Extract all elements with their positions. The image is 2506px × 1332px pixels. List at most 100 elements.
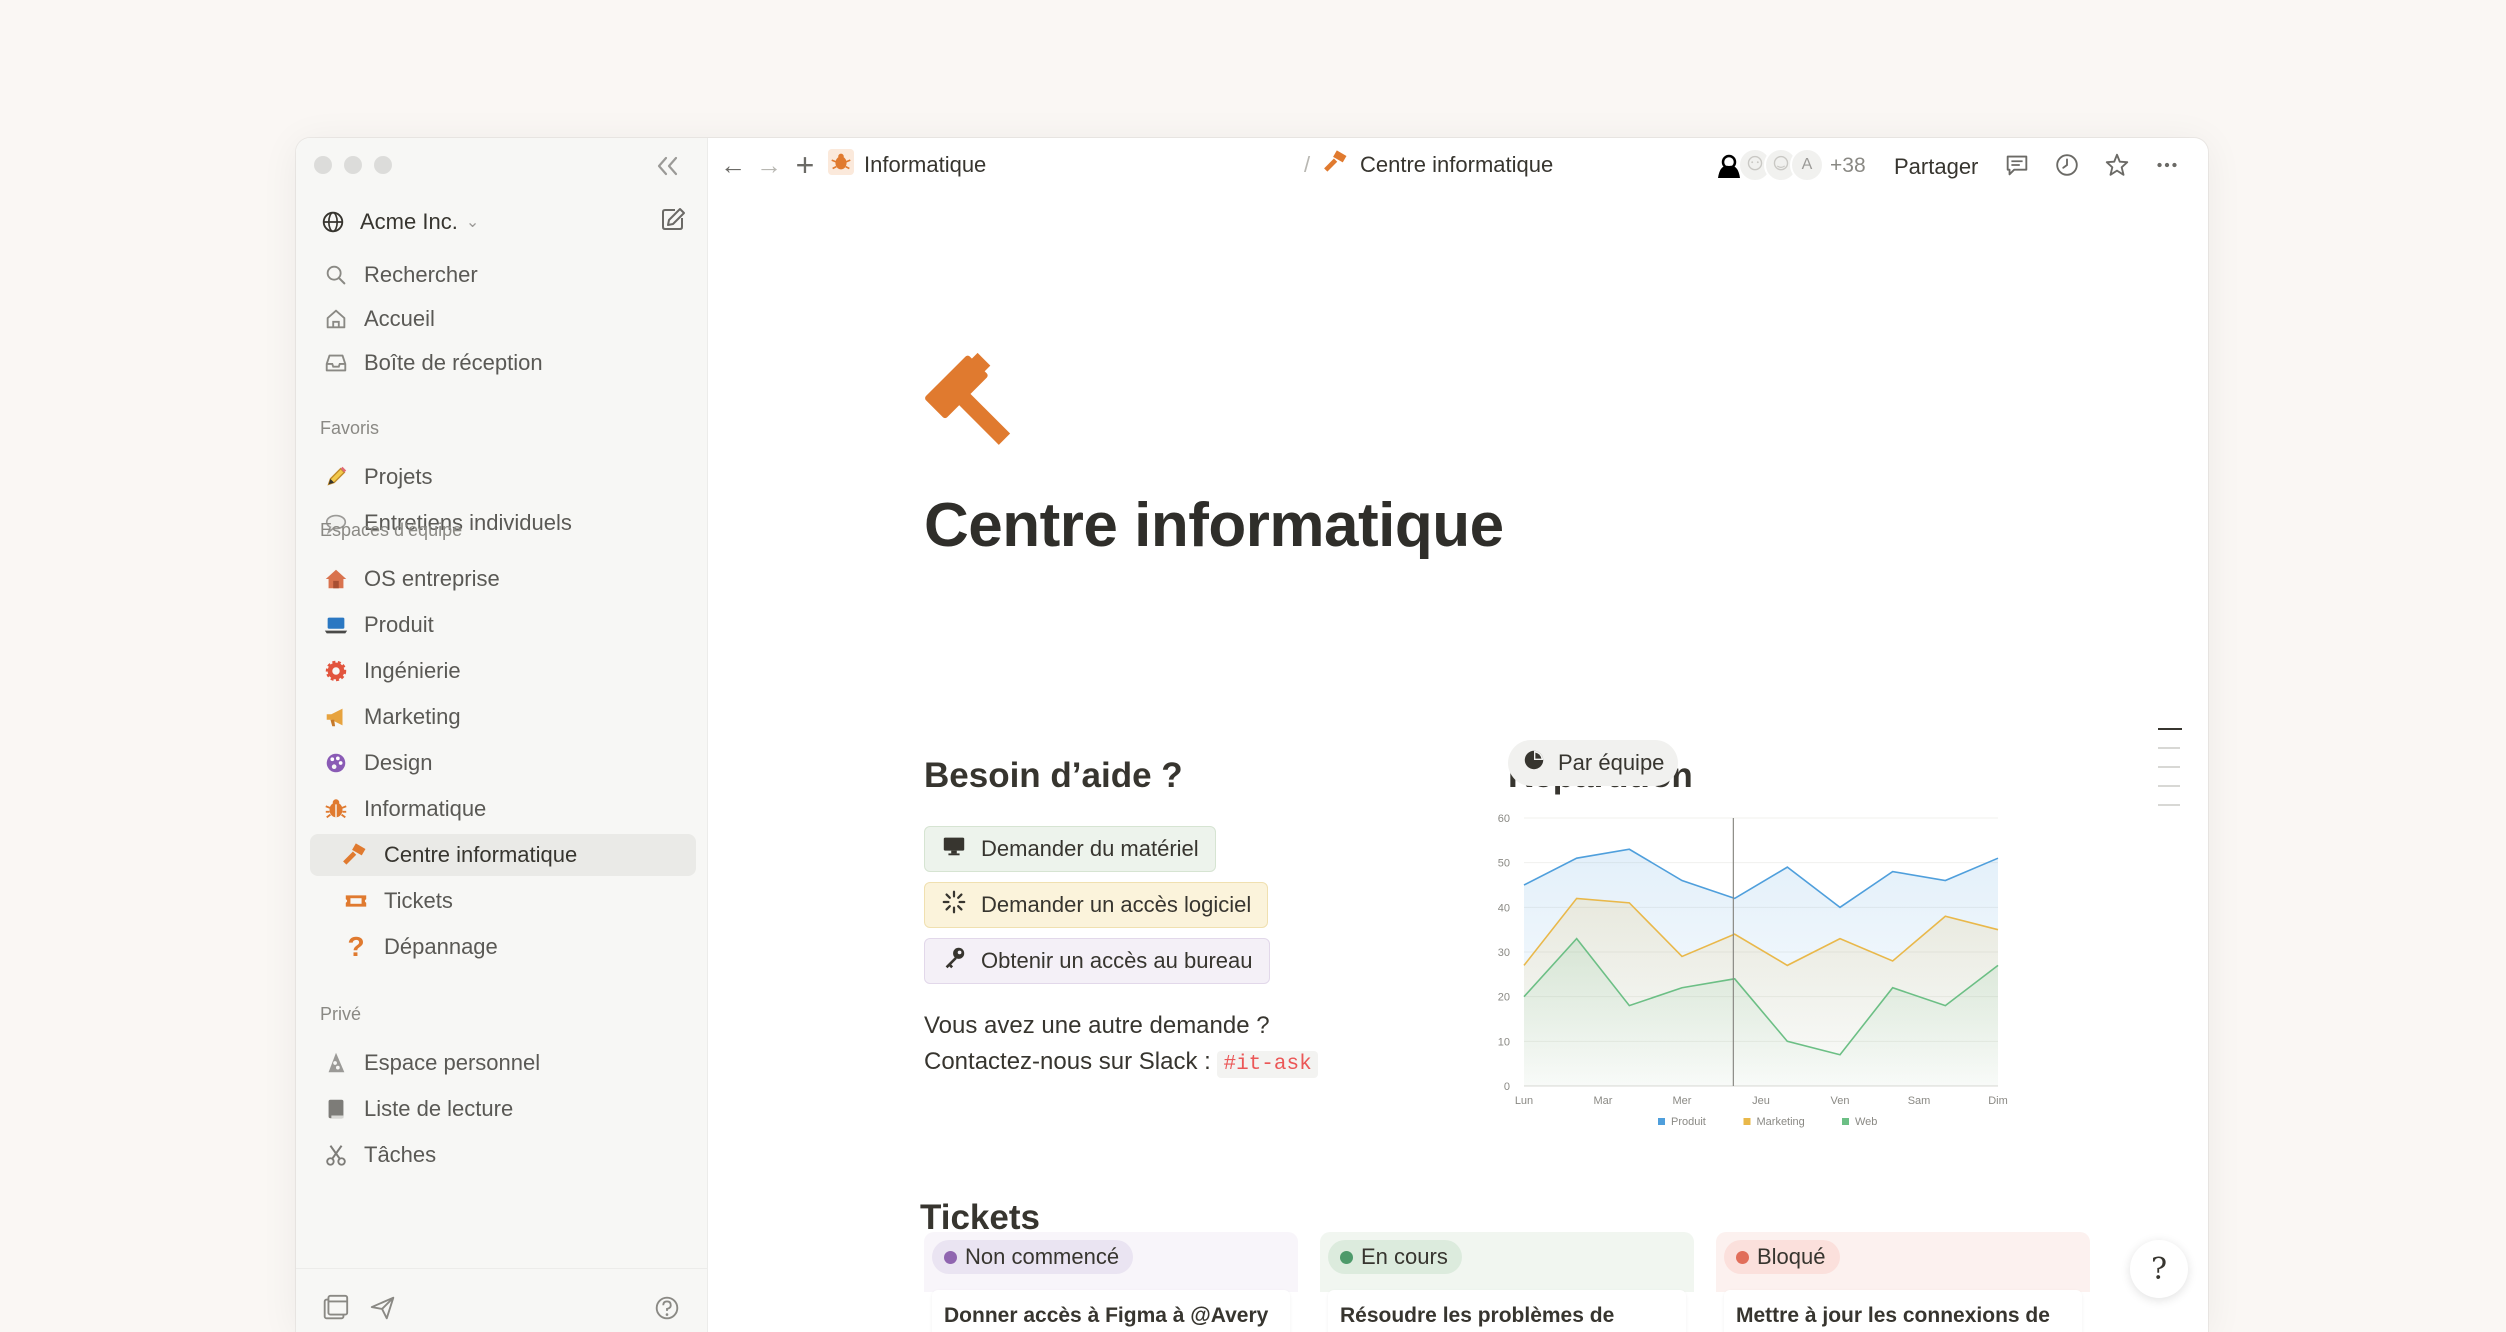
- board-column-in-progress: En cours Résoudre les problèmes de: [1320, 1232, 1694, 1332]
- group-by-team-filter[interactable]: Par équipe: [1508, 740, 1679, 786]
- laptop-icon: [322, 611, 350, 639]
- nav-label: Rechercher: [364, 262, 478, 287]
- status-badge[interactable]: En cours: [1328, 1240, 1462, 1274]
- sidebar-item-informatique[interactable]: Informatique: [310, 788, 696, 830]
- sidebar-item-produit[interactable]: Produit: [310, 604, 696, 646]
- sidebar-item-depannage[interactable]: ? Dépannage: [310, 926, 696, 968]
- x-tick-label: Mer: [1673, 1095, 1692, 1107]
- help-icon[interactable]: [652, 1293, 684, 1325]
- legend-label: Web: [1855, 1116, 1877, 1128]
- forward-arrow-icon[interactable]: →: [754, 150, 784, 180]
- toc-marker[interactable]: [2158, 766, 2180, 768]
- table-of-contents[interactable]: [2158, 728, 2184, 823]
- request-hardware-button[interactable]: Demander du matériel: [924, 826, 1216, 872]
- sidebar-item-label: Marketing: [364, 704, 461, 729]
- sidebar-item-ingenierie[interactable]: Ingénierie: [310, 650, 696, 692]
- workspace-name: Acme Inc.: [360, 209, 458, 234]
- sidebar-item-centre-informatique[interactable]: Centre informatique: [310, 834, 696, 876]
- collaborator-avatars[interactable]: A: [1712, 148, 1824, 182]
- request-software-access-button[interactable]: Demander un accès logiciel: [924, 882, 1269, 928]
- sidebar-item-tickets[interactable]: Tickets: [310, 880, 696, 922]
- page-content: Centre informatique Besoin d’aide ? Dema…: [708, 190, 2208, 1332]
- sidebar-item-projets[interactable]: Projets: [310, 456, 696, 498]
- sidebar-item-label: OS entreprise: [364, 566, 500, 591]
- x-tick-label: Lun: [1515, 1095, 1533, 1107]
- collapse-sidebar-icon[interactable]: [652, 152, 684, 180]
- question-icon: ?: [347, 931, 365, 962]
- pizza-icon: [322, 1049, 350, 1077]
- sidebar-item-label: Projets: [364, 464, 433, 489]
- toc-marker[interactable]: [2158, 785, 2180, 787]
- sidebar-item-taches[interactable]: Tâches: [310, 1134, 696, 1176]
- sidebar-item-marketing[interactable]: Marketing: [310, 696, 696, 738]
- window-controls: [314, 156, 392, 174]
- nav-inbox[interactable]: Boîte de réception: [310, 342, 696, 384]
- status-badge[interactable]: Non commencé: [932, 1240, 1134, 1274]
- sidebar-item-label: Ingénierie: [364, 658, 461, 683]
- avatar: A: [1790, 148, 1824, 182]
- legend-label: Produit: [1671, 1116, 1706, 1128]
- key-icon: [941, 945, 967, 977]
- chevron-down-icon: ⌄: [465, 214, 480, 231]
- sidebar-item-label: Informatique: [364, 796, 487, 821]
- ticket-icon: [342, 887, 370, 915]
- ticket-card[interactable]: Résoudre les problèmes de: [1328, 1290, 1686, 1332]
- pencil-icon: [322, 463, 350, 491]
- hammer-icon[interactable]: [924, 346, 1034, 456]
- toc-marker[interactable]: [2158, 728, 2182, 730]
- legend-swatch: [1842, 1118, 1849, 1125]
- calendar-icon[interactable]: [320, 1293, 352, 1325]
- history-clock-icon[interactable]: [2052, 150, 2082, 180]
- sidebar-item-espace-personnel[interactable]: Espace personnel: [310, 1042, 696, 1084]
- close-window-button[interactable]: [314, 156, 332, 174]
- toc-marker[interactable]: [2158, 747, 2180, 749]
- nav-search[interactable]: Rechercher: [310, 254, 696, 296]
- minimize-window-button[interactable]: [344, 156, 362, 174]
- slack-channel-code[interactable]: #it-ask: [1217, 1051, 1318, 1078]
- sidebar-item-liste-de-lecture[interactable]: Liste de lecture: [310, 1088, 696, 1130]
- comments-icon[interactable]: [2002, 150, 2032, 180]
- sidebar-item-os-entreprise[interactable]: OS entreprise: [310, 558, 696, 600]
- other-request-text: Vous avez une autre demande ?: [924, 1012, 1270, 1039]
- add-icon[interactable]: +: [790, 147, 820, 183]
- sidebar-item-label: Design: [364, 750, 433, 775]
- legend-swatch: [1658, 1118, 1665, 1125]
- sidebar-footer: [296, 1268, 708, 1332]
- home-icon: [322, 305, 350, 333]
- send-icon[interactable]: [368, 1293, 400, 1325]
- breadcrumb-current[interactable]: Centre informatique: [1324, 148, 1553, 182]
- contact-text: Contactez-nous sur Slack : #it-ask: [924, 1048, 1318, 1078]
- zoom-window-button[interactable]: [374, 156, 392, 174]
- back-arrow-icon[interactable]: ←: [718, 150, 748, 180]
- sidebar-item-label: Tâches: [364, 1142, 437, 1167]
- share-button[interactable]: Partager: [1894, 154, 1978, 180]
- y-tick-label: 20: [1498, 992, 1510, 1004]
- topbar: ← → + Informatique / Centre informatique…: [708, 138, 2208, 190]
- new-page-icon[interactable]: [658, 204, 688, 234]
- toc-marker[interactable]: [2158, 804, 2180, 806]
- action-label: Demander un accès logiciel: [981, 892, 1252, 917]
- ticket-card[interactable]: Donner accès à Figma à @Avery: [932, 1290, 1290, 1332]
- team-breakdown-chart: 0 10 20 30 40 50 60 Lun Mar Mer Jeu Ven Sam Dim Produi…: [1498, 813, 2008, 1128]
- more-options-icon[interactable]: [2152, 150, 2182, 180]
- loading-sparkle-icon: [941, 889, 967, 921]
- ticket-card[interactable]: Mettre à jour les connexions de: [1724, 1290, 2082, 1332]
- sidebar-item-design[interactable]: Design: [310, 742, 696, 784]
- breadcrumb-parent[interactable]: Informatique: [828, 148, 986, 182]
- status-dot: [1340, 1250, 1353, 1264]
- legend-label: Marketing: [1757, 1116, 1805, 1128]
- action-label: Demander du matériel: [981, 836, 1199, 861]
- status-label: En cours: [1361, 1244, 1448, 1269]
- more-collaborators-count[interactable]: +38: [1830, 154, 1866, 178]
- inbox-icon: [322, 349, 350, 377]
- y-tick-label: 50: [1498, 858, 1510, 870]
- workspace-switcher[interactable]: Acme Inc. ⌄: [320, 204, 479, 240]
- favorite-star-icon[interactable]: [2102, 150, 2132, 180]
- private-section-label: Privé: [320, 1004, 362, 1024]
- status-badge[interactable]: Bloqué: [1724, 1240, 1840, 1274]
- help-button[interactable]: ?: [2130, 1240, 2188, 1298]
- sidebar-item-label: Centre informatique: [384, 842, 578, 867]
- office-access-button[interactable]: Obtenir un accès au bureau: [924, 938, 1270, 984]
- status-dot: [944, 1250, 957, 1264]
- nav-home[interactable]: Accueil: [310, 298, 696, 340]
